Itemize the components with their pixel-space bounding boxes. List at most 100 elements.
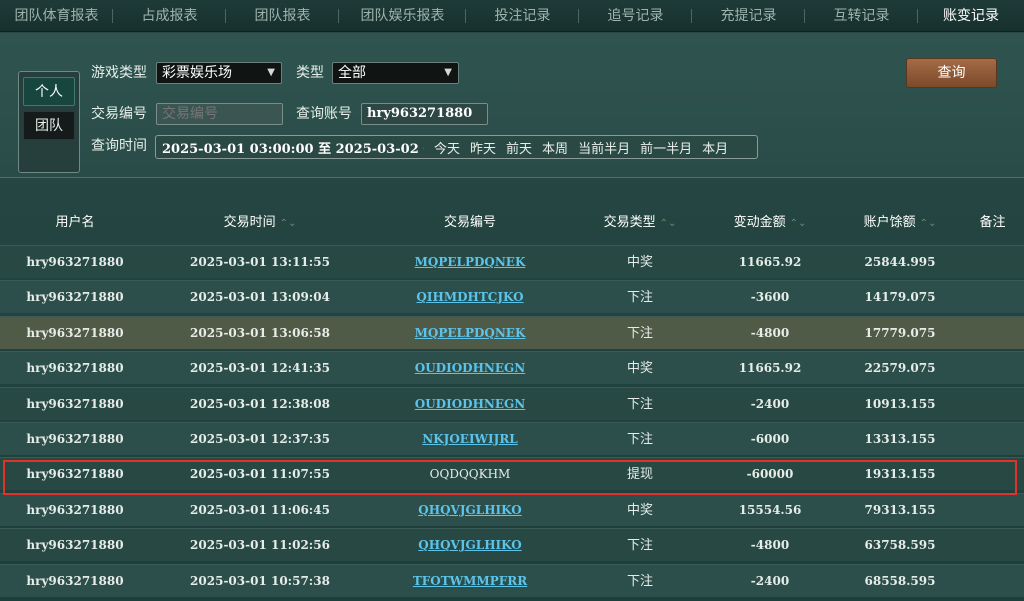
cell-amount: -4800 (750, 325, 790, 340)
type-label: 类型 (296, 65, 324, 81)
scope-team-button[interactable]: 团队 (23, 111, 75, 140)
quick-range-button[interactable]: 前一半月 (640, 138, 692, 157)
cell-user: hry963271880 (26, 255, 124, 269)
cell-type: 中奖 (626, 255, 653, 270)
quick-range-button[interactable]: 当前半月 (578, 138, 630, 157)
cell-balance: 17779.075 (864, 325, 936, 340)
cell-txn[interactable]: OUDIODHNEGN (390, 388, 550, 421)
top-nav: 团队体育报表 占成报表 团队报表 团队娱乐报表 投注记录 追号记录 充提记录 互转记录 账变记录 (0, 0, 1024, 32)
table-row: hry963271880 2025-03-01 13:11:55 MQPELPDQN… (0, 245, 1024, 278)
cell-txn[interactable]: QIHMDHTCJKO (390, 281, 550, 314)
cell-type: 下注 (626, 325, 653, 341)
cell-user: hry963271880 (26, 467, 124, 482)
cell-user: hry963271880 (26, 502, 124, 517)
table-row: hry963271880 2025-03-01 12:38:08 OUDIODHNE… (0, 386, 1024, 421)
cell-note (965, 529, 1020, 562)
header-username: 用户名 (55, 215, 95, 230)
table-row: hry963271880 2025-03-01 13:09:04 QIHMDHTCJ… (0, 280, 1024, 314)
cell-txn[interactable]: NKJOEIWIJRL (390, 423, 550, 456)
sort-arrows-icon[interactable]: ⌃⌄ (790, 206, 807, 242)
cell-type: 提现 (626, 467, 653, 483)
cell-txn[interactable]: QHQVJGLHIKO (390, 494, 550, 527)
cell-user: hry963271880 (26, 361, 124, 376)
cell-txn[interactable]: QHQVJGLHIKO (390, 529, 550, 562)
cell-amount: -60000 (746, 467, 794, 482)
cell-note (965, 317, 1020, 350)
cell-note (965, 281, 1020, 314)
account-label: 查询账号 (296, 106, 352, 122)
cell-amount: -2400 (750, 396, 790, 411)
header-time[interactable]: 交易时间 ⌃⌄ (190, 205, 330, 241)
cell-balance: 22579.075 (864, 361, 936, 376)
table-row: hry963271880 2025-03-01 13:06:58 MQPELPDQN… (0, 315, 1024, 350)
cell-note (965, 388, 1020, 421)
cell-note (965, 352, 1020, 385)
nav-tab[interactable]: 团队娱乐报表 (339, 0, 466, 32)
nav-tab[interactable]: 充提记录 (692, 0, 805, 32)
cell-user: hry963271880 (26, 538, 124, 553)
cell-time: 2025-03-01 12:41:35 (190, 361, 330, 376)
header-amount[interactable]: 变动金额 ⌃⌄ (715, 205, 825, 241)
cell-balance: 63758.595 (864, 538, 936, 553)
table-row: hry963271880 2025-03-01 11:02:56 QHQVJGLHI… (0, 528, 1024, 562)
nav-tab[interactable]: 团队体育报表 (0, 0, 113, 32)
cell-time: 2025-03-01 13:11:55 (190, 255, 330, 269)
nav-tab[interactable]: 追号记录 (579, 0, 692, 32)
nav-tab[interactable]: 团队报表 (226, 0, 339, 32)
nav-tab[interactable]: 账变记录 (918, 0, 1024, 32)
header-type[interactable]: 交易类型 ⌃⌄ (585, 205, 695, 241)
type-select[interactable]: 全部 ▼ (332, 62, 459, 84)
cell-time: 2025-03-01 11:07:55 (190, 467, 330, 482)
cell-txn[interactable]: MQPELPDQNEK (390, 246, 550, 279)
date-range-value[interactable]: 2025-03-01 03:00:00 至 2025-03-02 03:00:0… (156, 138, 424, 157)
filter-panel: 个人 团队 游戏类型 彩票娱乐场 ▼ 类型 全部 ▼ 交易编号 查询账号 hry… (0, 33, 1024, 178)
cell-type: 下注 (626, 538, 653, 554)
game-type-select[interactable]: 彩票娱乐场 ▼ (156, 62, 282, 84)
game-type-value: 彩票娱乐场 (162, 65, 232, 81)
cell-user: hry963271880 (26, 396, 124, 411)
cell-txn[interactable]: TFOTWMMPFRR (390, 565, 550, 598)
cell-amount: -2400 (750, 573, 790, 588)
cell-balance: 19313.155 (864, 467, 936, 482)
nav-tab[interactable]: 占成报表 (113, 0, 226, 32)
nav-tab[interactable]: 互转记录 (805, 0, 918, 32)
header-balance[interactable]: 账户馀额 ⌃⌄ (845, 205, 955, 241)
cell-user: hry963271880 (26, 325, 124, 340)
cell-amount: 11665.92 (738, 255, 802, 269)
cell-note (965, 458, 1020, 491)
sort-arrows-icon[interactable]: ⌃⌄ (920, 206, 937, 242)
cell-txn[interactable]: MQPELPDQNEK (390, 317, 550, 350)
time-label: 查询时间 (91, 138, 147, 154)
scope-personal-button[interactable]: 个人 (23, 77, 75, 106)
query-button[interactable]: 查询 (906, 58, 997, 88)
table-row: hry963271880 2025-03-01 10:57:38 TFOTWMMPF… (0, 563, 1024, 598)
header-note: 备注 (979, 215, 1006, 230)
cell-txn[interactable]: OUDIODHNEGN (390, 352, 550, 385)
quick-range-button[interactable]: 昨天 (470, 138, 496, 157)
account-input[interactable]: hry963271880 (361, 103, 488, 125)
chevron-down-icon: ▼ (267, 67, 275, 78)
cell-type: 下注 (626, 290, 653, 306)
cell-type: 中奖 (626, 361, 653, 377)
cell-balance: 25844.995 (864, 255, 936, 269)
table-row: hry963271880 2025-03-01 12:41:35 OUDIODHNE… (0, 351, 1024, 385)
sort-arrows-icon[interactable]: ⌃⌄ (280, 206, 297, 242)
table-row: hry963271880 2025-03-01 12:37:35 NKJOEIWIJ… (0, 422, 1024, 455)
nav-tab[interactable]: 投注记录 (466, 0, 579, 32)
cell-time: 2025-03-01 13:09:04 (190, 290, 330, 305)
cell-type: 下注 (626, 432, 653, 447)
sort-arrows-icon[interactable]: ⌃⌄ (660, 206, 677, 242)
quick-range-button[interactable]: 前天 (506, 138, 532, 157)
quick-range-button[interactable]: 本周 (542, 138, 568, 157)
cell-time: 2025-03-01 10:57:38 (190, 573, 330, 588)
quick-range-button[interactable]: 今天 (434, 138, 460, 157)
cell-time: 2025-03-01 12:37:35 (190, 432, 330, 446)
cell-balance: 14179.075 (864, 290, 936, 305)
cell-time: 2025-03-01 11:02:56 (190, 538, 330, 553)
cell-note (965, 246, 1020, 279)
date-range-box[interactable]: 2025-03-01 03:00:00 至 2025-03-02 03:00:0… (155, 135, 758, 159)
txn-no-input[interactable] (156, 103, 283, 125)
type-value: 全部 (338, 65, 366, 81)
quick-range-button[interactable]: 本月 (702, 138, 728, 157)
cell-amount: -6000 (750, 432, 790, 446)
